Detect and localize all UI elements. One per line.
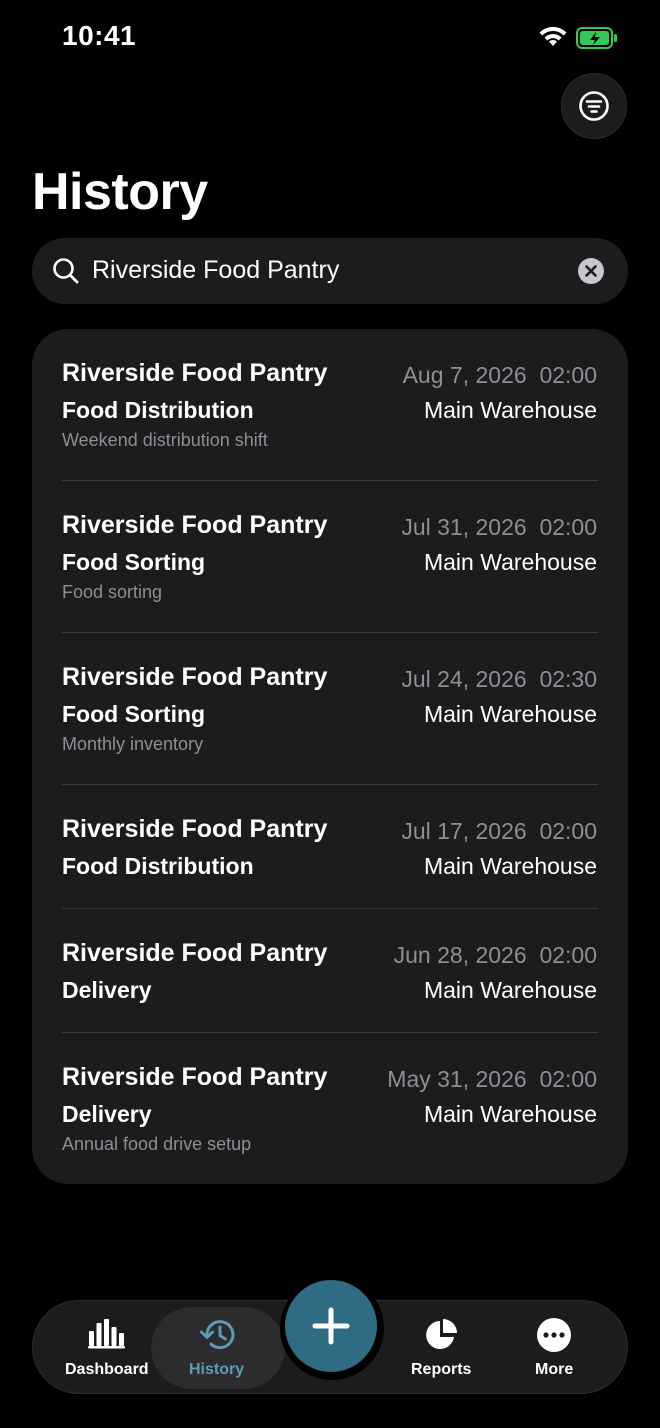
tab-label: History bbox=[189, 1361, 245, 1378]
bar-chart-icon bbox=[88, 1319, 125, 1349]
list-item[interactable]: Riverside Food Pantry Aug 7, 2026 02:00 … bbox=[32, 329, 628, 480]
list-item[interactable]: Riverside Food Pantry Jul 24, 2026 02:30… bbox=[32, 633, 628, 784]
entry-note: Monthly inventory bbox=[62, 734, 204, 754]
pie-chart-icon bbox=[426, 1319, 457, 1349]
entry-activity: Food Distribution bbox=[62, 397, 254, 423]
entry-organization: Riverside Food Pantry bbox=[62, 359, 328, 387]
tab-reports[interactable]: Reports bbox=[386, 1301, 498, 1395]
search-input[interactable]: Riverside Food Pantry bbox=[92, 256, 339, 285]
add-entry-button[interactable] bbox=[285, 1280, 377, 1372]
entry-location: Main Warehouse bbox=[423, 397, 597, 423]
filter-lines-icon bbox=[579, 91, 609, 121]
list-item[interactable]: Riverside Food Pantry Jul 17, 2026 02:00… bbox=[32, 785, 628, 908]
entry-activity: Food Distribution bbox=[62, 853, 254, 879]
entry-date: Aug 7, 2026 02:00 bbox=[402, 362, 597, 388]
entry-location: Main Warehouse bbox=[423, 853, 597, 879]
battery-icon bbox=[576, 27, 617, 49]
entry-note: Weekend distribution shift bbox=[62, 430, 268, 450]
entry-activity: Food Sorting bbox=[62, 701, 206, 727]
status-bar: 10:41 bbox=[0, 0, 660, 76]
entry-activity: Delivery bbox=[62, 977, 152, 1003]
entry-activity: Food Sorting bbox=[62, 549, 206, 575]
list-item[interactable]: Riverside Food Pantry May 31, 2026 02:00… bbox=[32, 1033, 628, 1184]
page-title: History bbox=[32, 163, 208, 221]
entry-location: Main Warehouse bbox=[423, 977, 597, 1003]
tab-label: Dashboard bbox=[65, 1361, 149, 1378]
list-item[interactable]: Riverside Food Pantry Jun 28, 2026 02:00… bbox=[32, 909, 628, 1032]
entry-date: May 31, 2026 02:00 bbox=[387, 1066, 597, 1092]
tab-label: More bbox=[535, 1361, 574, 1378]
tab-more[interactable]: More bbox=[498, 1301, 610, 1395]
list-item[interactable]: Riverside Food Pantry Jul 31, 2026 02:00… bbox=[32, 481, 628, 632]
entry-organization: Riverside Food Pantry bbox=[62, 1063, 328, 1091]
entry-organization: Riverside Food Pantry bbox=[62, 663, 328, 691]
tab-dashboard[interactable]: Dashboard bbox=[51, 1301, 163, 1395]
entry-date: Jul 31, 2026 02:00 bbox=[401, 514, 597, 540]
entry-note: Food sorting bbox=[62, 582, 163, 602]
ellipsis-circle-icon bbox=[537, 1318, 571, 1352]
history-list: Riverside Food Pantry Aug 7, 2026 02:00 … bbox=[32, 329, 628, 1184]
entry-location: Main Warehouse bbox=[423, 549, 597, 575]
entry-date: Jul 17, 2026 02:00 bbox=[401, 818, 597, 844]
tab-history[interactable]: History bbox=[162, 1301, 274, 1395]
filter-button[interactable] bbox=[561, 73, 627, 139]
plus-icon bbox=[312, 1307, 350, 1345]
x-circle-icon[interactable] bbox=[578, 258, 604, 284]
entry-organization: Riverside Food Pantry bbox=[62, 939, 328, 967]
entry-activity: Delivery bbox=[62, 1101, 152, 1127]
tab-label: Reports bbox=[411, 1361, 472, 1378]
entry-date: Jun 28, 2026 02:00 bbox=[393, 942, 597, 968]
clock-arrow-icon bbox=[200, 1320, 235, 1350]
entry-note: Annual food drive setup bbox=[62, 1134, 252, 1154]
search-field[interactable]: Riverside Food Pantry bbox=[32, 238, 628, 304]
entry-location: Main Warehouse bbox=[423, 701, 597, 727]
entry-organization: Riverside Food Pantry bbox=[62, 815, 328, 843]
entry-date: Jul 24, 2026 02:30 bbox=[401, 666, 597, 692]
entry-location: Main Warehouse bbox=[423, 1101, 597, 1127]
wifi-icon bbox=[539, 26, 567, 46]
status-time: 10:41 bbox=[62, 20, 137, 51]
entry-organization: Riverside Food Pantry bbox=[62, 511, 328, 539]
magnifier-icon bbox=[53, 258, 79, 284]
